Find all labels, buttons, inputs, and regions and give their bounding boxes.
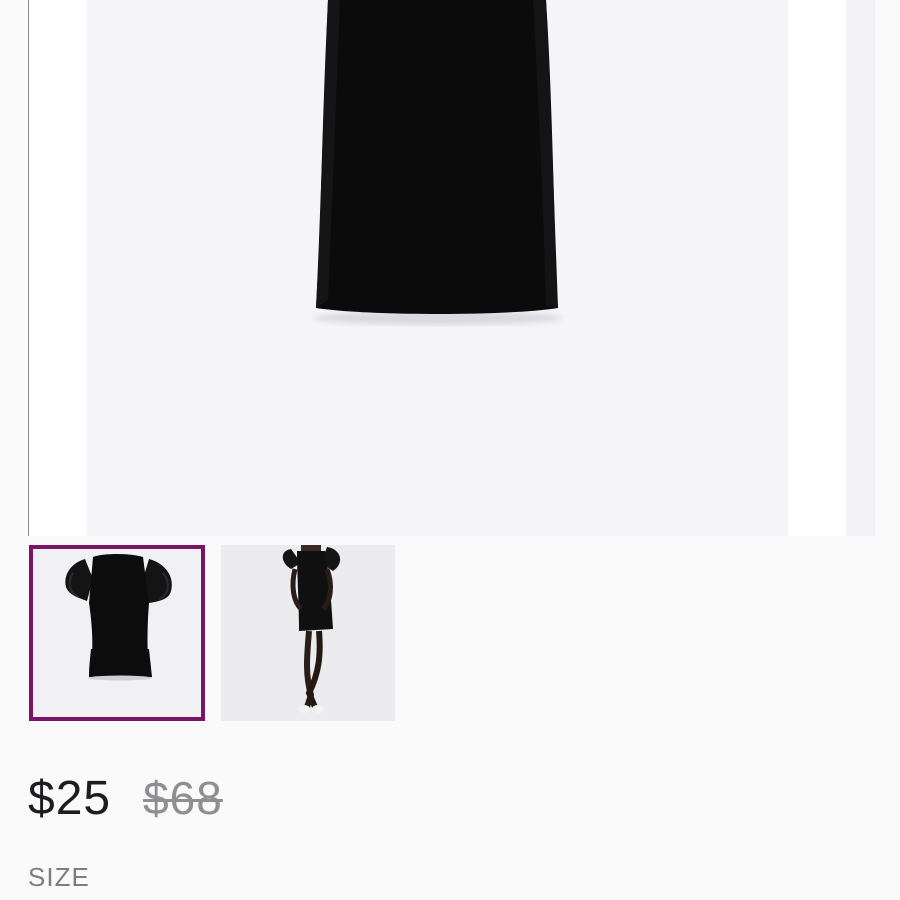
thumbnail-1-selected[interactable]	[29, 545, 205, 721]
product-main-image[interactable]	[28, 0, 875, 536]
thumbnail-2[interactable]	[221, 545, 395, 721]
dress-on-model-icon	[221, 545, 395, 721]
product-page: $25 $68 SIZE	[0, 0, 900, 900]
current-price: $25	[28, 772, 112, 825]
size-section-label: SIZE	[28, 862, 90, 892]
black-dress-icon	[313, 0, 563, 325]
dress-flat-lay-icon	[33, 549, 201, 717]
price-row: $25 $68	[28, 768, 223, 828]
original-price: $68	[143, 772, 223, 824]
